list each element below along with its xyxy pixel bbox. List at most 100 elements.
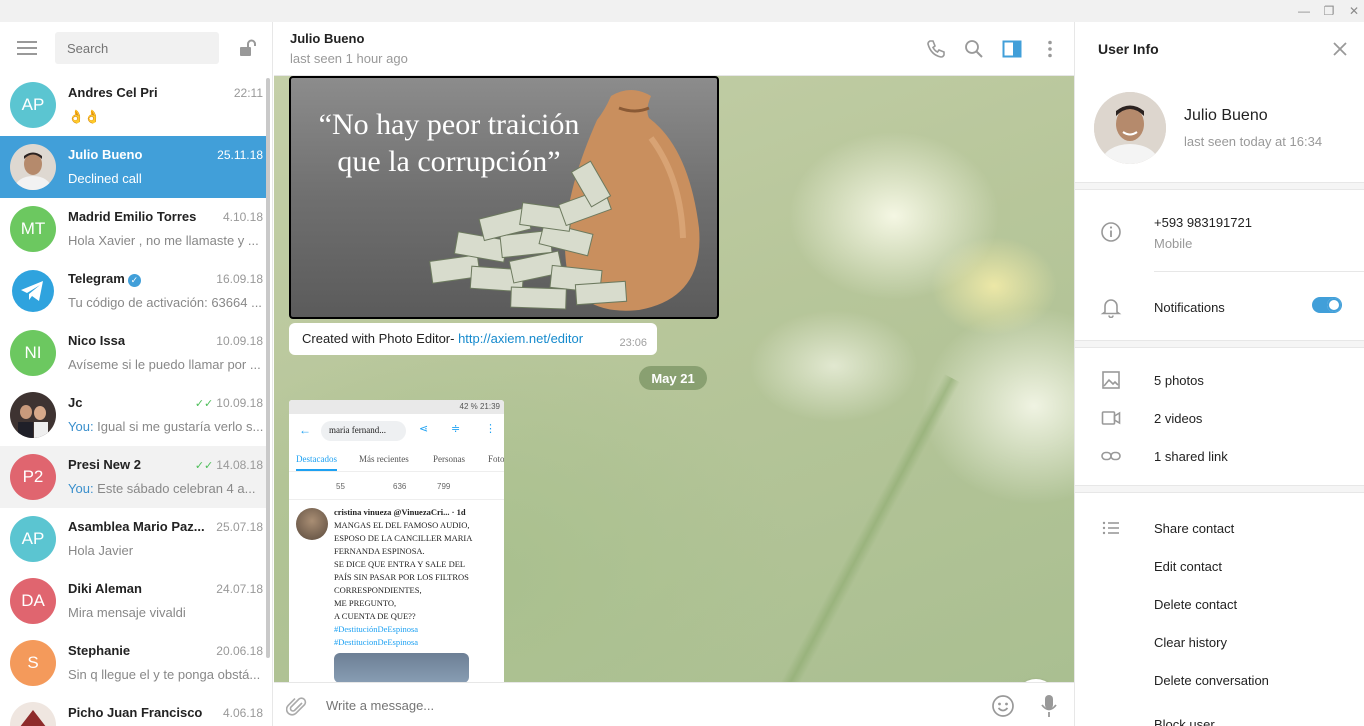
you-prefix: You: <box>68 481 94 496</box>
chat-item[interactable]: MT Madrid Emilio Torres 4.10.18 Hola Xav… <box>0 198 266 260</box>
message-input[interactable] <box>326 695 946 715</box>
chat-date: 16.09.18 <box>216 272 263 286</box>
phone-icon[interactable] <box>925 38 947 60</box>
phone-search-chip: maria fernand... <box>321 421 406 441</box>
clear-history-button[interactable]: Clear history <box>1154 635 1227 650</box>
avatar: MT <box>10 206 56 252</box>
divider <box>1154 271 1364 272</box>
chat-date: 10.09.18 <box>216 334 263 348</box>
chat-preview: Avíseme si le puedo llamar por ... <box>68 357 261 372</box>
share-icon: ⋖ <box>419 423 429 435</box>
chat-item[interactable]: AP Andres Cel Pri 22:11 👌👌 <box>0 74 266 136</box>
shared-links-link[interactable]: 1 shared link <box>1154 449 1228 464</box>
window-titlebar: — ❐ ✕ <box>0 0 1364 22</box>
share-contact-button[interactable]: Share contact <box>1154 521 1234 536</box>
tweet-line: SE DICE QUE ENTRA Y SALE DEL <box>334 559 466 569</box>
date-separator: May 21 <box>639 366 707 390</box>
bell-icon <box>1100 299 1122 318</box>
screenshot-photo-message[interactable]: 42 % 21:39 ← maria fernand... ⋖ ≑ ⋮ Dest… <box>289 400 504 682</box>
double-check-icon: ✓✓ <box>194 398 214 410</box>
phone-tab: Destacados <box>296 454 337 471</box>
more-icon[interactable] <box>1039 38 1061 60</box>
phone-tab: Foto <box>488 454 504 464</box>
avatar <box>10 392 56 438</box>
chat-item[interactable]: Picho Juan Francisco 4.06.18 <box>0 694 266 726</box>
delete-conversation-button[interactable]: Delete conversation <box>1154 673 1269 688</box>
chat-date: ✓✓ 14.08.18 <box>195 458 263 472</box>
profile-status: last seen today at 16:34 <box>1184 134 1323 149</box>
unlock-icon[interactable] <box>238 38 258 58</box>
notifications-label: Notifications <box>1154 300 1225 315</box>
more-icon: ⋮ <box>485 423 496 435</box>
chat-name: Diki Aleman <box>68 581 142 596</box>
section-divider <box>1075 182 1364 190</box>
chat-item[interactable]: DA Diki Aleman 24.07.18 Mira mensaje viv… <box>0 570 266 632</box>
menu-icon[interactable] <box>17 41 37 55</box>
retweet-count: 636 <box>393 482 407 491</box>
chat-item[interactable]: Telegram ✓ 16.09.18 Tu código de activaci… <box>0 260 266 322</box>
emoji-icon[interactable] <box>991 694 1015 718</box>
attach-icon[interactable] <box>286 695 308 717</box>
panel-title: User Info <box>1098 41 1159 57</box>
minimize-button[interactable]: — <box>1290 0 1318 22</box>
chat-preview: You: Este sábado celebran 4 a... <box>68 481 264 496</box>
phone-tabs: Destacados Más recientes Personas Foto <box>289 448 504 472</box>
avatar: S <box>10 640 56 686</box>
avatar: DA <box>10 578 56 624</box>
chat-date: ✓✓ 10.09.18 <box>195 396 263 410</box>
info-icon <box>1101 222 1121 242</box>
tweet-line: CORRESPONDIENTES, <box>334 585 422 595</box>
chat-date: 25.11.18 <box>217 148 263 162</box>
phone-label: Mobile <box>1154 236 1193 251</box>
back-arrow-icon: ← <box>299 423 311 437</box>
chat-name: Madrid Emilio Torres <box>68 209 197 224</box>
sidebar-toggle-icon[interactable] <box>1001 38 1023 60</box>
microphone-icon[interactable] <box>1038 693 1060 719</box>
chat-item-selected[interactable]: Julio Bueno 25.11.18 Declined call <box>0 136 266 198</box>
profile-name: Julio Bueno <box>1184 107 1268 124</box>
photo-caption-bubble: Created with Photo Editor- http://axiem.… <box>289 323 657 355</box>
filter-icon: ≑ <box>451 423 461 435</box>
avatar: AP <box>10 82 56 128</box>
chat-list-header <box>0 22 272 74</box>
conversation-header: Julio Bueno last seen 1 hour ago <box>274 22 1074 76</box>
chat-preview-text: Este sábado celebran 4 a... <box>93 481 256 496</box>
conversation-panel: Julio Bueno last seen 1 hour ago “No hay… <box>274 22 1074 726</box>
chat-name: Julio Bueno <box>68 147 143 162</box>
profile-avatar[interactable] <box>1094 92 1166 164</box>
avatar <box>10 144 56 190</box>
shared-videos-link[interactable]: 2 videos <box>1154 411 1202 426</box>
chat-list-scrollbar[interactable] <box>266 78 270 658</box>
caption-link[interactable]: http://axiem.net/editor <box>458 331 583 346</box>
chat-item[interactable]: S Stephanie 20.06.18 Sin q llegue el y t… <box>0 632 266 694</box>
chat-preview: You: Igual si me gustaría verlo s... <box>68 419 264 434</box>
edit-contact-button[interactable]: Edit contact <box>1154 559 1222 574</box>
chat-name: Telegram ✓ <box>68 271 141 287</box>
shared-photos-link[interactable]: 5 photos <box>1154 373 1204 388</box>
avatar: NI <box>10 330 56 376</box>
block-user-button[interactable]: Block user <box>1154 717 1215 726</box>
message-composer <box>274 682 1074 726</box>
delete-contact-button[interactable]: Delete contact <box>1154 597 1237 612</box>
chat-preview: Sin q llegue el y te ponga obstá... <box>68 667 261 682</box>
chat-preview: Hola Javier <box>68 543 134 558</box>
chat-preview: Mira mensaje vivaldi <box>68 605 186 620</box>
peer-name[interactable]: Julio Bueno <box>290 31 364 46</box>
search-icon[interactable] <box>963 38 985 60</box>
chat-item[interactable]: P2 Presi New 2 ✓✓ 14.08.18 You: Este sába… <box>0 446 266 508</box>
chat-item[interactable]: NI Nico Issa 10.09.18 Avíseme si le pued… <box>0 322 266 384</box>
notifications-toggle[interactable] <box>1312 297 1342 313</box>
maximize-button[interactable]: ❐ <box>1315 0 1343 22</box>
tweet-line: PAÍS SIN PASAR POR LOS FILTROS <box>334 572 469 582</box>
list-icon <box>1102 521 1119 535</box>
phone-number[interactable]: +593 983191721 <box>1154 215 1252 230</box>
phone-tab: Personas <box>433 454 465 464</box>
close-icon[interactable] <box>1329 38 1351 60</box>
chat-name-text: Telegram <box>68 271 125 286</box>
photo-message[interactable]: “No hay peor traición que la corrupción” <box>289 76 719 319</box>
chat-item[interactable]: Jc ✓✓ 10.09.18 You: Igual si me gustaría … <box>0 384 266 446</box>
tweet-author: cristina vinueza @VinuezaCri... · 1d <box>334 507 466 517</box>
chat-item[interactable]: AP Asamblea Mario Paz... 25.07.18 Hola J… <box>0 508 266 570</box>
close-window-button[interactable]: ✕ <box>1340 0 1364 22</box>
search-input[interactable] <box>55 32 219 64</box>
